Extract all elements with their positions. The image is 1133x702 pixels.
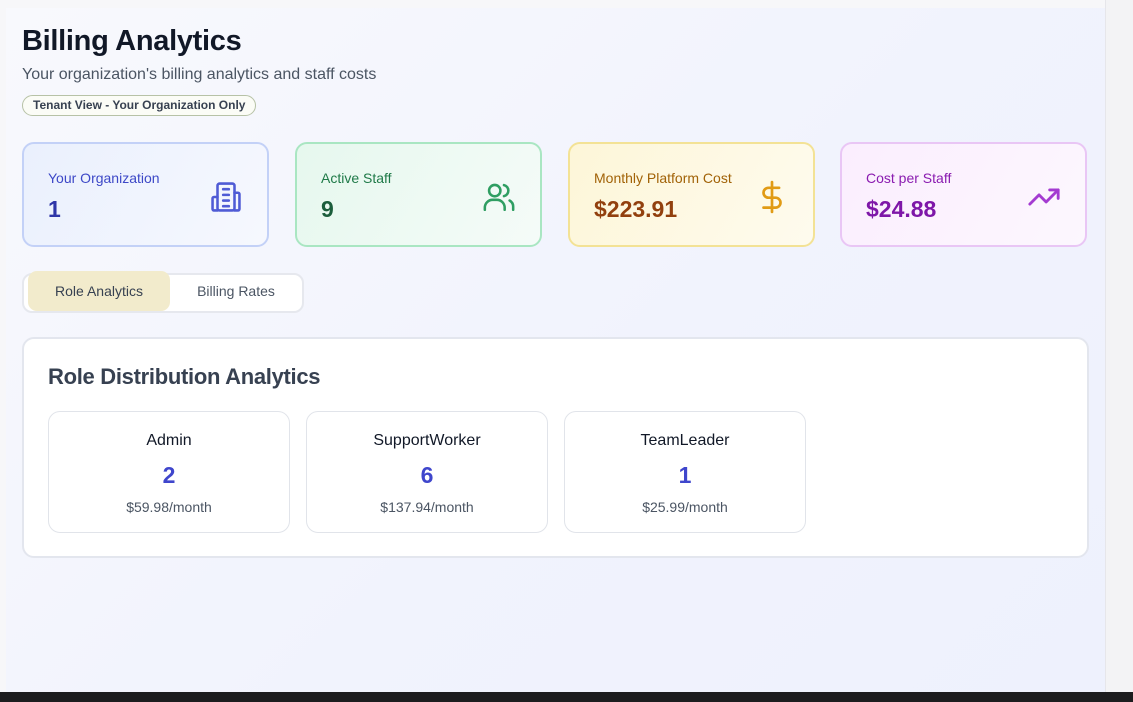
role-cost: $59.98/month: [126, 499, 212, 515]
role-card-supportworker: SupportWorker 6 $137.94/month: [306, 411, 548, 533]
role-card-teamleader: TeamLeader 1 $25.99/month: [564, 411, 806, 533]
stat-card-monthly-cost: Monthly Platform Cost $223.91: [568, 142, 815, 247]
tab-role-analytics[interactable]: Role Analytics: [28, 271, 170, 311]
stat-value: 1: [48, 196, 61, 222]
dollar-icon: [762, 180, 782, 214]
role-name: SupportWorker: [373, 432, 481, 449]
stat-value: $223.91: [594, 196, 678, 222]
role-cost: $137.94/month: [380, 499, 474, 515]
app-window: Billing Analytics Your organization's bi…: [0, 0, 1133, 702]
stat-card-cost-per-staff: Cost per Staff $24.88: [840, 142, 1087, 247]
stat-card-organization: Your Organization 1: [22, 142, 269, 247]
tab-billing-rates[interactable]: Billing Rates: [172, 271, 300, 311]
tenant-view-badge: Tenant View - Your Organization Only: [22, 95, 257, 116]
role-count: 1: [678, 462, 692, 488]
role-cost: $25.99/month: [642, 499, 728, 515]
stat-value: $24.88: [866, 196, 937, 222]
panel-title: Role Distribution Analytics: [48, 364, 321, 389]
stat-label: Monthly Platform Cost: [594, 170, 732, 186]
stat-card-active-staff: Active Staff 9: [295, 142, 542, 247]
stat-value: 9: [321, 196, 334, 222]
trending-up-icon: [1028, 188, 1060, 206]
view-tabs: Role Analytics Billing Rates: [22, 271, 304, 313]
role-count: 6: [420, 462, 434, 488]
building-icon: [211, 182, 241, 212]
users-icon: [483, 183, 515, 212]
stat-label: Cost per Staff: [866, 170, 952, 186]
bottom-edge-bar: [0, 692, 1133, 702]
role-count: 2: [162, 462, 176, 488]
role-card-admin: Admin 2 $59.98/month: [48, 411, 290, 533]
stat-label: Your Organization: [48, 170, 160, 186]
role-name: Admin: [146, 432, 192, 449]
stat-label: Active Staff: [321, 170, 392, 186]
page-title: Billing Analytics: [22, 25, 242, 57]
role-name: TeamLeader: [640, 432, 730, 449]
right-edge-strip: [1105, 0, 1133, 692]
role-distribution-panel: Role Distribution Analytics Admin 2 $59.…: [22, 337, 1089, 558]
page-subtitle: Your organization's billing analytics an…: [22, 66, 377, 83]
